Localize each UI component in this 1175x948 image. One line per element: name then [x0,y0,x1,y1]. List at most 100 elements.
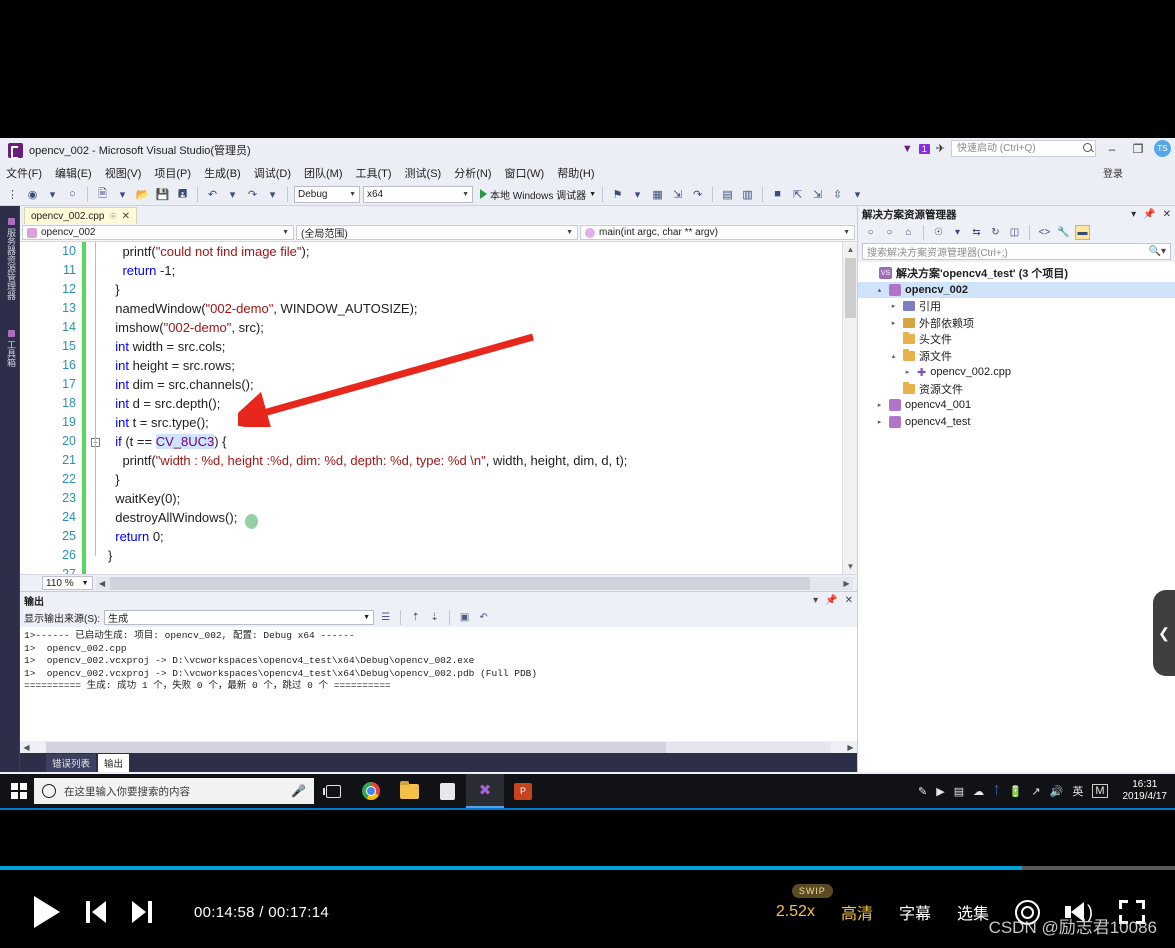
taskbar-app-powerpoint[interactable]: P [504,774,542,808]
next-bookmark-icon[interactable]: ⇲ [809,186,826,203]
code-editor-surface[interactable]: 10 11 12 13 14 15 16 17 18 19 20 21 22 2… [20,242,857,574]
scrollbar-thumb[interactable] [109,576,810,590]
scrollbar-thumb[interactable] [46,741,666,753]
home-icon[interactable]: ⌂ [901,225,916,240]
editor-vertical-scrollbar[interactable]: ▲ ▼ [842,242,857,574]
subtitle-button[interactable]: 字幕 [899,900,931,924]
menu-item-window[interactable]: 窗口(W) [505,165,545,181]
preview-selected-items-icon[interactable]: ▬ [1075,225,1090,240]
menu-item-team[interactable]: 团队(M) [304,165,343,181]
scroll-right-icon[interactable]: ▶ [844,743,857,752]
expander-icon[interactable]: ▴ [874,286,885,294]
toolbox-tab[interactable]: 工具箱 [2,324,21,373]
menu-item-tools[interactable]: 工具(T) [356,165,392,181]
ime-mode-icon[interactable]: M [1092,784,1108,798]
solution-tree[interactable]: VS 解决方案'opencv4_test' (3 个项目) ▴ opencv_0… [858,262,1175,772]
save-icon[interactable]: 💾 [154,186,171,203]
tree-item-external-dependencies[interactable]: ▸ 外部依赖项 [858,315,1175,332]
collapse-all-icon[interactable]: ◫ [1007,225,1022,240]
output-source-combo[interactable]: 生成 ▼ [104,610,375,625]
pending-changes-filter-icon[interactable]: ☉ [931,225,946,240]
taskbar-app-file-explorer[interactable] [390,774,428,808]
chevron-down-icon[interactable]: ▾ [950,225,965,240]
taskbar-clock[interactable]: 16:31 2019/4/17 [1117,779,1168,803]
code-text-area[interactable]: printf("could not find image file"); ret… [108,242,857,574]
menu-item-build[interactable]: 生成(B) [204,165,241,181]
next-button[interactable] [132,901,152,923]
task-view-button[interactable] [314,774,352,808]
scroll-right-icon[interactable]: ▶ [840,577,853,590]
undo-icon[interactable]: ↶ [204,186,221,203]
show-all-files-icon[interactable]: <> [1037,225,1052,240]
menu-item-project[interactable]: 项目(P) [154,165,191,181]
find-message-icon[interactable]: ☰ [378,610,393,625]
properties-icon[interactable]: 🔧 [1056,225,1071,240]
scrollbar-thumb[interactable] [845,258,856,318]
go-to-next-message-icon[interactable]: ⇣ [427,610,442,625]
output-text-area[interactable]: 1>------ 已启动生成: 项目: opencv_002, 配置: Debu… [20,627,857,741]
editor-horizontal-scrollbar[interactable]: ◀ ▶ [95,576,853,590]
microphone-icon[interactable]: 🎤 [291,784,306,798]
tray-overflow-icon[interactable]: ▶ [936,785,944,798]
battery-icon[interactable]: 🔋 [1009,785,1023,798]
close-icon[interactable]: ✕ [122,211,130,222]
clear-bookmarks-icon[interactable]: ⇳ [829,186,846,203]
clear-all-icon[interactable]: ▣ [457,610,472,625]
refresh-icon[interactable]: ↻ [988,225,1003,240]
navigate-forward-icon[interactable]: ○ [64,186,81,203]
tree-item-solution[interactable]: VS 解决方案'opencv4_test' (3 个项目) [858,265,1175,282]
start-button[interactable] [4,776,34,806]
start-debugging-button[interactable]: 本地 Windows 调试器 ▼ [476,187,596,202]
tab-error-list[interactable]: 错误列表 [46,754,97,772]
document-tab-opencv-002-cpp[interactable]: opencv_002.cpp ☉ ✕ [24,207,137,224]
tree-item-opencv-002-cpp[interactable]: ▸ ✚ opencv_002.cpp [858,364,1175,381]
quick-launch-input[interactable]: 快速启动 (Ctrl+Q) [951,140,1096,157]
grip-handle-icon[interactable]: ⋮ [4,186,21,203]
notification-count-badge[interactable]: 1 [918,143,930,154]
minimize-button[interactable]: – [1102,142,1122,156]
solution-explorer-search-input[interactable]: 搜索解决方案资源管理器(Ctrl+;) 🔍▾ [862,243,1171,260]
tab-output[interactable]: 输出 [98,754,130,772]
close-icon[interactable]: ✕ [845,595,853,606]
save-all-icon[interactable]: 🖪 [174,186,191,203]
forward-icon[interactable]: ○ [882,225,897,240]
expander-icon[interactable]: ▸ [888,319,899,327]
toolbar-overflow-icon[interactable]: ▾ [849,186,866,203]
chevron-down-icon[interactable]: ▾ [224,186,241,203]
chevron-down-icon[interactable]: ▾ [1131,209,1136,220]
expander-icon[interactable]: ▸ [888,302,899,310]
toggle-word-wrap-icon[interactable]: ↶ [476,610,491,625]
battery-saver-icon[interactable]: ▤ [954,785,964,798]
chevron-down-icon[interactable]: ▾ [629,186,646,203]
solution-configuration-combo[interactable]: Debug ▼ [294,185,360,203]
onedrive-icon[interactable]: ☁ [973,785,984,798]
playback-speed-button[interactable]: 2.52x SWIP [776,884,833,921]
solution-platform-combo[interactable]: x64 ▼ [363,185,473,203]
stack-frame-icon[interactable]: ▦ [649,186,666,203]
new-project-icon[interactable]: 🗎 [94,186,111,203]
previous-bookmark-icon[interactable]: ⇱ [789,186,806,203]
pen-workspace-icon[interactable]: ✎ [918,785,927,798]
episodes-button[interactable]: 选集 [957,900,989,924]
taskbar-app-chrome[interactable] [352,774,390,808]
editor-zoom-combo[interactable]: 110 % ▼ [42,576,93,590]
comment-icon[interactable]: ▤ [719,186,736,203]
taskbar-app-calendar[interactable] [428,774,466,808]
scroll-left-icon[interactable]: ◀ [20,743,33,752]
nav-scope-combo[interactable]: (全局范围) ▼ [296,225,578,240]
attach-process-icon[interactable]: ⚑ [609,186,626,203]
output-scrollbar-track[interactable] [46,741,831,753]
play-button[interactable] [34,896,60,928]
nav-member-combo[interactable]: main(int argc, char ** argv) ▼ [580,225,855,240]
taskbar-search-input[interactable]: 在这里输入你要搜索的内容 🎤 [34,778,314,804]
scroll-down-icon[interactable]: ▼ [843,559,857,574]
expander-icon[interactable]: ▸ [874,418,885,426]
tree-item-opencv4-001[interactable]: ▸ opencv4_001 [858,397,1175,414]
taskbar-app-visual-studio[interactable]: ✖ [466,774,504,808]
quality-button[interactable]: 高清 [841,900,873,924]
scroll-up-icon[interactable]: ▲ [843,242,857,257]
tree-item-references[interactable]: ▸ 引用 [858,298,1175,315]
outlining-margin[interactable]: − [86,242,108,574]
tree-item-header-files[interactable]: 头文件 [858,331,1175,348]
collapse-sidebar-handle[interactable]: ❮ [1153,590,1175,676]
